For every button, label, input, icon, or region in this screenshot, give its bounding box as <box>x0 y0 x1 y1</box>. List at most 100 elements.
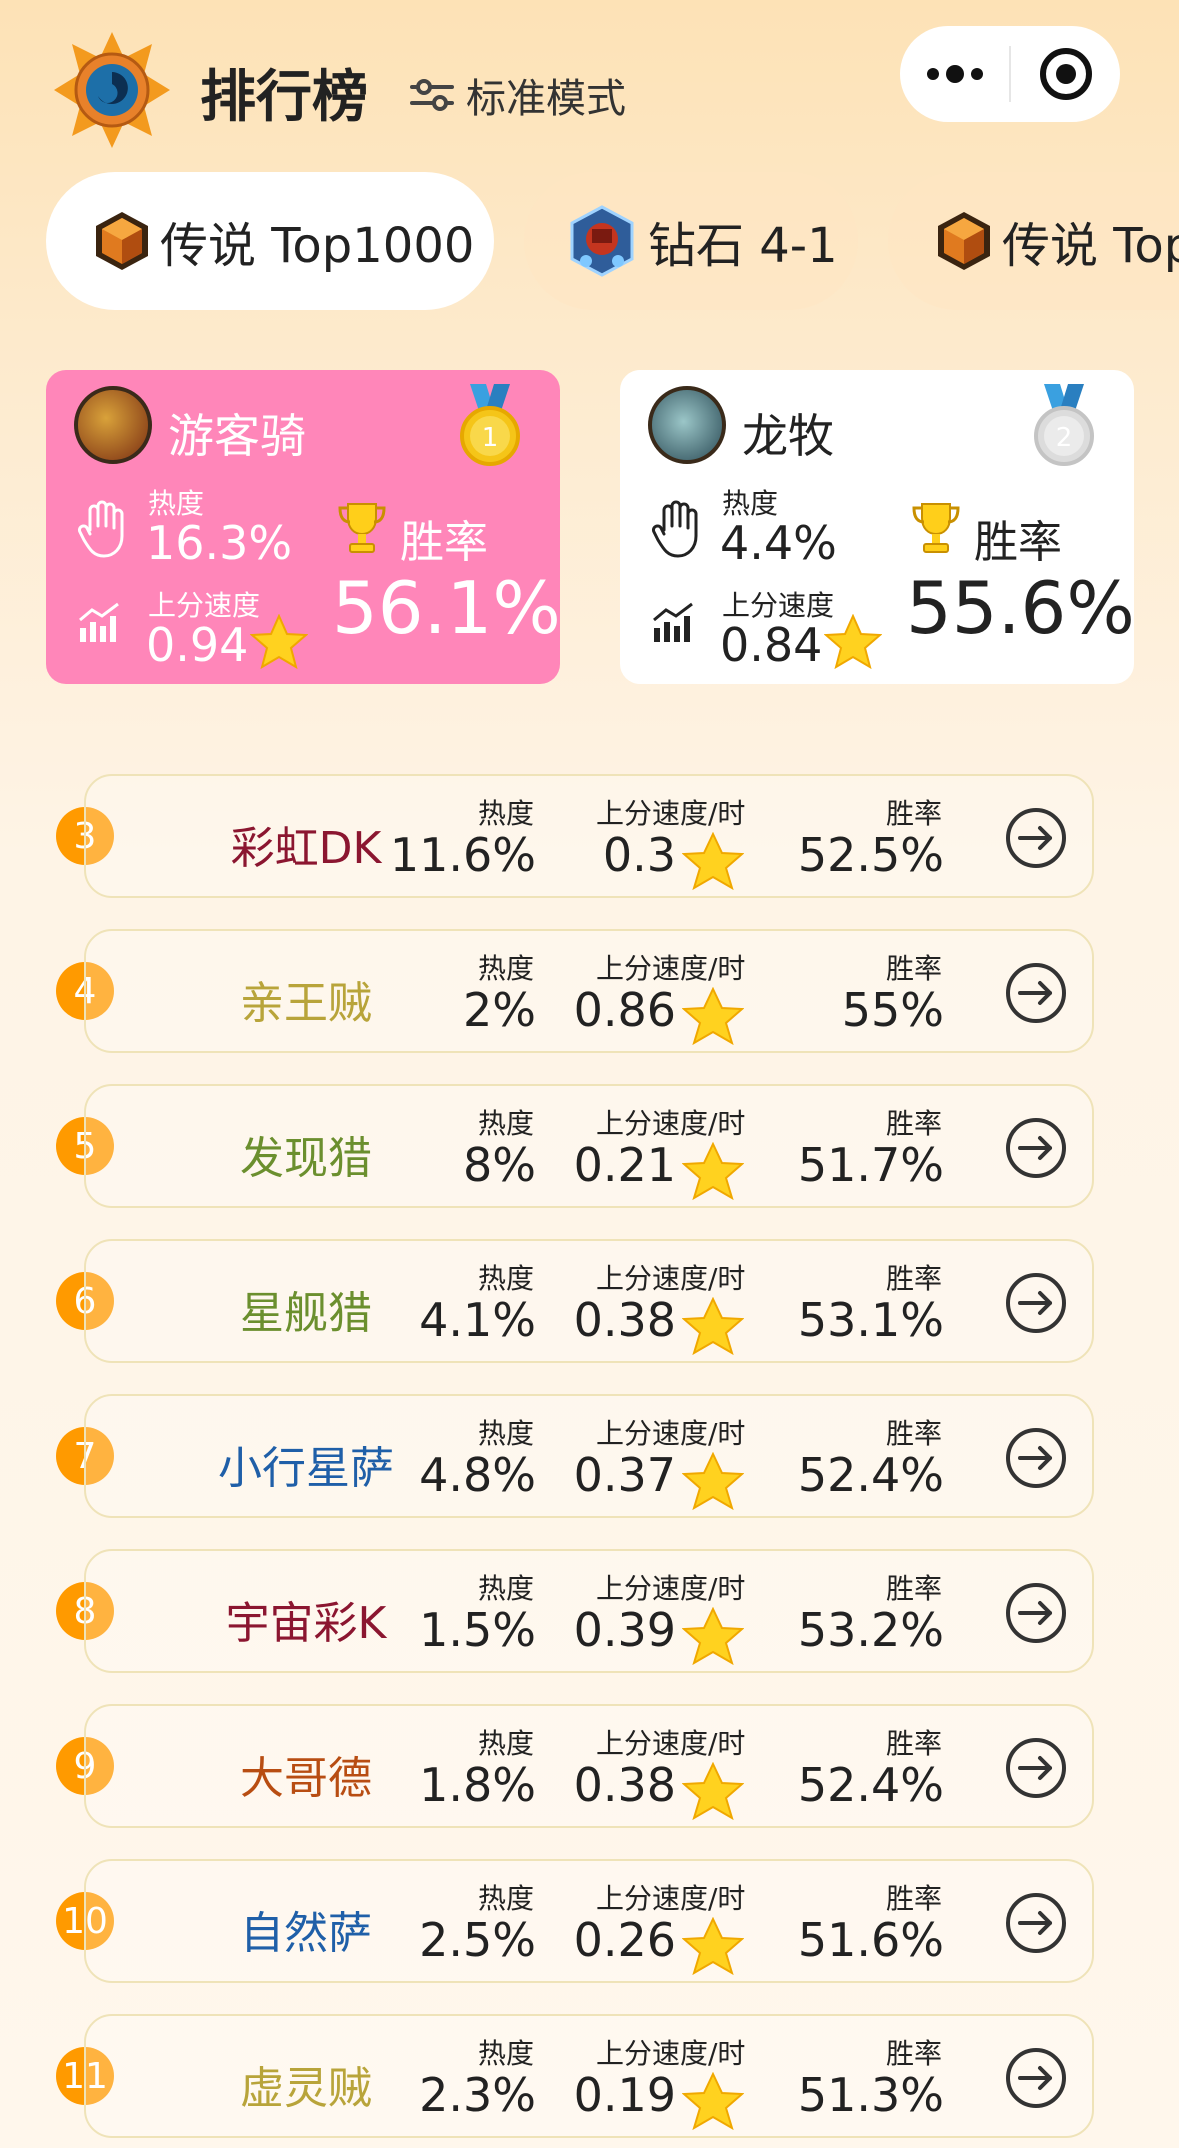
speed-value: 0.26 <box>573 1913 676 1967</box>
rank-row[interactable]: 自然萨 热度 2.5% 上分速度/时 0.26 胜率 51.6% <box>84 1859 1094 1983</box>
win-label: 胜率 <box>885 2037 942 2070</box>
arrow-right-circle-icon[interactable] <box>1004 961 1068 1025</box>
heat-label: 热度 <box>477 1727 534 1760</box>
target-circle-icon <box>1039 48 1092 100</box>
speed-label: 上分速度/时 <box>596 1262 746 1295</box>
star-icon <box>682 1297 744 1355</box>
star-icon <box>682 1607 744 1665</box>
win-label: 胜率 <box>885 1572 942 1605</box>
win-value: 52.4% <box>797 1448 944 1502</box>
win-label: 胜率 <box>885 1262 942 1295</box>
gold-medal-icon: 1 <box>460 384 520 466</box>
deck-name: 小行星萨 <box>218 1443 394 1494</box>
star-icon <box>682 2072 744 2130</box>
heat-label: 热度 <box>477 1262 534 1295</box>
deck-name: 发现猎 <box>240 1133 372 1184</box>
tab-label: 钻石 4-1 <box>648 218 838 274</box>
arrow-right-circle-icon[interactable] <box>1004 1736 1068 1800</box>
rank-row[interactable]: 虚灵贼 热度 2.3% 上分速度/时 0.19 胜率 51.3% <box>84 2014 1094 2138</box>
win-value: 53.2% <box>797 1603 944 1657</box>
rank-row[interactable]: 大哥德 热度 1.8% 上分速度/时 0.38 胜率 52.4% <box>84 1704 1094 1828</box>
heat-label: 热度 <box>477 1417 534 1450</box>
top-card-1[interactable]: 游客骑 1 热度 16.3% 上分速度 0.94 胜率 56.1% <box>46 370 561 684</box>
star-icon <box>682 1142 744 1200</box>
more-button[interactable] <box>900 26 1009 122</box>
win-value: 53.1% <box>797 1293 944 1347</box>
win-value: 55% <box>841 983 944 1037</box>
speed-label: 上分速度/时 <box>596 2037 746 2070</box>
rising-chart-icon <box>653 602 693 642</box>
page-title: 排行榜 <box>200 65 368 130</box>
win-value: 56.1% <box>332 566 561 650</box>
rank-row[interactable]: 星舰猎 热度 4.1% 上分速度/时 0.38 胜率 53.1% <box>84 1239 1094 1363</box>
star-icon <box>824 614 882 670</box>
heat-label: 热度 <box>477 1572 534 1605</box>
win-value: 55.6% <box>906 566 1135 650</box>
deck-name: 星舰猎 <box>240 1288 372 1339</box>
arrow-right-circle-icon[interactable] <box>1004 1271 1068 1335</box>
win-label: 胜率 <box>885 1107 942 1140</box>
star-icon <box>682 1452 744 1510</box>
tab-legend-top1000-2[interactable]: 传说 Top1000 <box>888 172 1179 310</box>
arrow-right-circle-icon[interactable] <box>1004 806 1068 870</box>
heat-value: 4.4% <box>720 516 837 570</box>
arrow-right-circle-icon[interactable] <box>1004 2046 1068 2110</box>
speed-label: 上分速度/时 <box>596 797 746 830</box>
arrow-right-circle-icon[interactable] <box>1004 1426 1068 1490</box>
deck-name: 虚灵贼 <box>240 2063 372 2114</box>
win-label: 胜率 <box>885 797 942 830</box>
hand-icon <box>78 500 124 558</box>
rank-row-wrapper: 10 自然萨 热度 2.5% 上分速度/时 0.26 胜率 51.6% <box>0 1859 1179 1983</box>
legend-gem-icon <box>96 212 148 270</box>
win-value: 51.7% <box>797 1138 944 1192</box>
arrow-right-circle-icon[interactable] <box>1004 1581 1068 1645</box>
tab-diamond-4-1[interactable]: 钻石 4-1 <box>524 172 858 310</box>
rank-row-wrapper: 11 虚灵贼 热度 2.3% 上分速度/时 0.19 胜率 51.3% <box>0 2014 1179 2138</box>
speed-value: 0.38 <box>573 1293 676 1347</box>
star-icon <box>682 1762 744 1820</box>
rank-row[interactable]: 宇宙彩K 热度 1.5% 上分速度/时 0.39 胜率 53.2% <box>84 1549 1094 1673</box>
miniapp-capsule <box>900 26 1120 122</box>
win-value: 51.6% <box>797 1913 944 1967</box>
rank-row[interactable]: 小行星萨 热度 4.8% 上分速度/时 0.37 胜率 52.4% <box>84 1394 1094 1518</box>
mode-label: 标准模式 <box>466 76 626 122</box>
deck-name: 龙牧 <box>742 409 834 463</box>
rank-row-wrapper: 6 星舰猎 热度 4.1% 上分速度/时 0.38 胜率 53.1% <box>0 1239 1179 1363</box>
deck-name: 大哥德 <box>240 1753 372 1804</box>
arrow-right-circle-icon[interactable] <box>1004 1116 1068 1180</box>
deck-name: 宇宙彩K <box>225 1598 387 1649</box>
diamond-rank-icon <box>570 205 634 277</box>
speed-value: 0.86 <box>573 983 676 1037</box>
heat-label: 热度 <box>477 1882 534 1915</box>
star-icon <box>682 832 744 890</box>
speed-value: 0.19 <box>573 2068 676 2122</box>
speed-value: 0.94 <box>146 618 249 672</box>
win-label: 胜率 <box>885 1727 942 1760</box>
top-card-2[interactable]: 龙牧 2 热度 4.4% 上分速度 0.84 胜率 55.6% <box>620 370 1135 684</box>
tab-legend-top1000[interactable]: 传说 Top1000 <box>46 172 494 310</box>
close-miniapp-button[interactable] <box>1011 26 1120 122</box>
win-label: 胜率 <box>400 517 488 568</box>
star-icon <box>250 614 308 670</box>
speed-label: 上分速度/时 <box>596 1107 746 1140</box>
mode-selector[interactable]: 标准模式 <box>408 66 626 124</box>
more-dots-icon <box>926 65 983 83</box>
rank-row[interactable]: 彩虹DK 热度 11.6% 上分速度/时 0.3 胜率 52.5% <box>84 774 1094 898</box>
rank-row[interactable]: 发现猎 热度 8% 上分速度/时 0.21 胜率 51.7% <box>84 1084 1094 1208</box>
silver-medal-icon: 2 <box>1034 384 1094 466</box>
heat-value: 2% <box>463 983 536 1037</box>
win-value: 52.5% <box>797 828 944 882</box>
rank-row-wrapper: 5 发现猎 热度 8% 上分速度/时 0.21 胜率 51.7% <box>0 1084 1179 1208</box>
win-label: 胜率 <box>885 1417 942 1450</box>
deck-avatar <box>648 386 726 464</box>
star-icon <box>682 987 744 1045</box>
speed-value: 0.37 <box>573 1448 676 1502</box>
heat-value: 1.5% <box>419 1603 536 1657</box>
speed-label: 上分速度/时 <box>596 1417 746 1450</box>
rank-row-wrapper: 4 亲王贼 热度 2% 上分速度/时 0.86 胜率 55% <box>0 929 1179 1053</box>
speed-value: 0.84 <box>720 618 823 672</box>
arrow-right-circle-icon[interactable] <box>1004 1891 1068 1955</box>
legend-gem-icon <box>938 212 990 270</box>
rank-row[interactable]: 亲王贼 热度 2% 上分速度/时 0.86 胜率 55% <box>84 929 1094 1053</box>
heat-value: 11.6% <box>389 828 536 882</box>
